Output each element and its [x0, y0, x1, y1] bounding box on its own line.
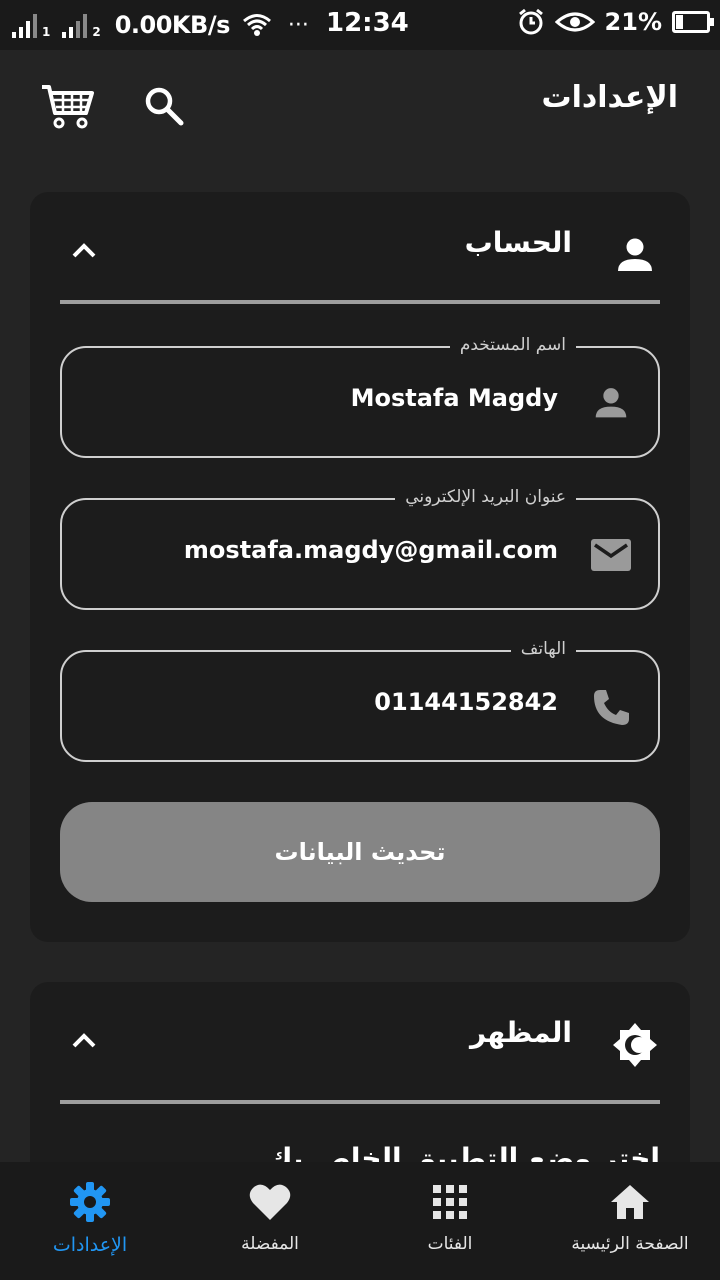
phone-icon [588, 684, 634, 730]
person-icon [588, 380, 634, 426]
cart-icon[interactable] [38, 80, 98, 132]
alarm-icon [517, 8, 545, 36]
account-section: الحساب اسم المستخدم Mostafa Magdy عنوان … [30, 192, 690, 942]
person-icon [610, 230, 660, 280]
update-data-button[interactable]: تحديث البيانات [60, 802, 660, 902]
battery-icon [672, 11, 714, 33]
appearance-section-header[interactable]: المظهر [30, 982, 690, 1092]
chevron-up-icon[interactable] [66, 1022, 102, 1058]
sim2-label: 2 [92, 25, 101, 39]
mail-icon [588, 532, 634, 578]
nav-label-settings: الإعدادات [52, 1234, 128, 1256]
app-bar: الإعدادات [0, 50, 720, 160]
phone-label: الهاتف [510, 636, 576, 662]
brightness-icon [610, 1020, 660, 1070]
more-notifications: ··· [287, 12, 309, 38]
signal-sim2-icon: 2 [62, 12, 101, 39]
apps-grid-icon [428, 1180, 472, 1224]
home-icon [608, 1180, 652, 1224]
nav-item-home[interactable]: الصفحة الرئيسية [540, 1162, 720, 1280]
account-section-title: الحساب [464, 226, 572, 259]
email-label: عنوان البريد الإلكتروني [395, 484, 576, 510]
username-field[interactable]: اسم المستخدم Mostafa Magdy [60, 332, 660, 458]
section-divider [60, 1100, 660, 1104]
chevron-up-icon[interactable] [66, 232, 102, 268]
appearance-section-title: المظهر [469, 1016, 572, 1049]
bottom-navigation: الصفحة الرئيسية الفئات المفضلة الإعدادات [0, 1162, 720, 1280]
search-icon[interactable] [134, 80, 194, 132]
username-label: اسم المستخدم [449, 332, 576, 358]
gear-icon [68, 1180, 112, 1224]
eye-icon [554, 10, 595, 34]
username-value[interactable]: Mostafa Magdy [351, 384, 558, 412]
phone-field[interactable]: الهاتف 01144152842 [60, 636, 660, 762]
clock: 12:34 [326, 8, 409, 38]
battery-percentage: 21% [604, 8, 662, 36]
account-section-header[interactable]: الحساب [30, 192, 690, 302]
email-field[interactable]: عنوان البريد الإلكتروني mostafa.magdy@gm… [60, 484, 660, 610]
heart-icon [248, 1180, 292, 1224]
nav-item-categories[interactable]: الفئات [360, 1162, 540, 1280]
nav-item-favorites[interactable]: المفضلة [180, 1162, 360, 1280]
signal-sim1-icon: 1 [12, 12, 50, 38]
email-value[interactable]: mostafa.magdy@gmail.com [184, 536, 558, 564]
nav-item-settings[interactable]: الإعدادات [0, 1162, 180, 1280]
network-speed: 0.00KB/s [114, 11, 231, 39]
status-bar: 1 2 0.00KB/s ··· 12:34 21% [0, 0, 720, 50]
nav-label-home: الصفحة الرئيسية [571, 1234, 689, 1254]
wifi-icon [242, 12, 272, 38]
nav-label-categories: الفئات [427, 1234, 473, 1254]
page-title: الإعدادات [541, 80, 678, 115]
phone-value[interactable]: 01144152842 [374, 688, 558, 716]
section-divider [60, 300, 660, 304]
sim1-label: 1 [42, 25, 51, 39]
nav-label-favorites: المفضلة [241, 1234, 299, 1254]
